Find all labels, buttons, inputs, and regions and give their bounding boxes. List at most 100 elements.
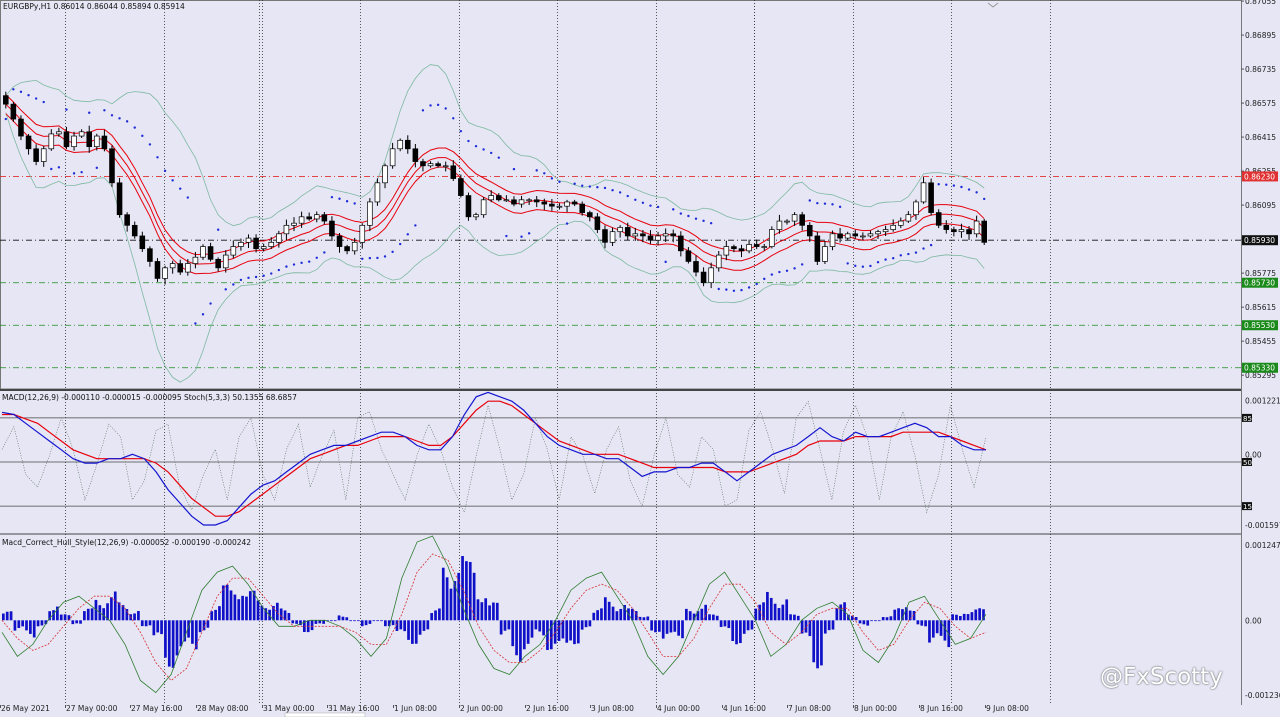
histogram-bar: [580, 620, 584, 630]
histogram-bar: [812, 620, 816, 663]
histogram-bar: [719, 620, 723, 627]
stoch-level-tag: 85: [1242, 413, 1252, 423]
bear-candle: [177, 263, 184, 273]
bull-candle: [351, 241, 358, 252]
psar-dot: [330, 195, 334, 199]
histogram-bar: [345, 617, 349, 621]
price-tick-label: 0.86095: [1245, 201, 1276, 210]
psar-dot: [550, 177, 554, 180]
histogram-bar: [191, 620, 194, 644]
bull-candle: [222, 254, 229, 269]
psar-dot: [891, 257, 895, 260]
psar-dot: [300, 261, 303, 265]
bull-candle: [829, 233, 836, 247]
bull-candle: [245, 237, 252, 243]
psar-dot: [823, 202, 827, 205]
histogram-bar: [233, 594, 237, 621]
histogram-bar: [596, 610, 599, 621]
psar-dot: [929, 243, 933, 247]
level-tag-label: 0.85730: [1244, 279, 1275, 288]
histogram-bar: [515, 620, 518, 656]
bear-candle: [3, 95, 9, 105]
psar-dot: [72, 172, 76, 175]
histogram-bar: [785, 599, 789, 621]
histogram-bar: [854, 617, 858, 621]
histogram-bar: [874, 620, 877, 622]
grid: [0, 0, 1242, 705]
bear-candle: [594, 216, 601, 230]
bull-candle: [169, 263, 176, 269]
bear-candle: [670, 233, 677, 237]
histogram-bar: [376, 620, 380, 622]
bull-candle: [367, 201, 373, 226]
bear-candle: [571, 201, 578, 205]
histogram-bar: [2, 613, 5, 621]
time-tick-label: 8 Jun 16:00: [920, 704, 963, 713]
hull-tick-label: 0.001247: [1245, 541, 1280, 550]
psar-dot: [603, 186, 607, 190]
histogram-bar: [569, 620, 572, 641]
bull-candle: [230, 246, 237, 256]
bear-candle: [533, 199, 540, 203]
psar-dot: [444, 107, 447, 110]
bollinger-lower: [5, 112, 985, 383]
histogram-bar: [877, 620, 881, 622]
bull-candle: [260, 246, 267, 250]
psar-dot: [854, 264, 857, 268]
bear-candle: [685, 250, 692, 262]
histogram-bar: [966, 614, 970, 621]
scroll-thumb: [284, 712, 366, 717]
histogram-bar: [700, 608, 704, 621]
histogram-bar: [488, 605, 491, 621]
histogram-bar: [931, 620, 935, 638]
bear-candle: [806, 224, 813, 237]
psar-dot: [50, 167, 53, 171]
histogram-bar: [831, 620, 835, 630]
price-tick-label: 0.86895: [1245, 31, 1276, 40]
histogram-bar: [522, 620, 526, 650]
bull-candle: [723, 246, 730, 256]
bear-candle: [928, 182, 934, 213]
histogram-bar: [248, 591, 252, 621]
histogram-bar: [314, 620, 318, 624]
histogram-bar: [881, 617, 885, 621]
histogram-bar: [349, 620, 352, 622]
bull-candle: [655, 235, 661, 241]
bollinger-upper: [5, 64, 985, 227]
psar-dot: [239, 278, 243, 282]
histogram-bar: [866, 620, 870, 626]
histogram-bar: [434, 610, 437, 621]
histogram-bar: [492, 602, 495, 621]
histogram-bar: [708, 614, 711, 621]
bear-candle: [579, 203, 586, 213]
bull-candle: [427, 163, 434, 167]
psar-dot: [626, 194, 629, 198]
bear-candle: [511, 199, 517, 205]
psar-dot: [414, 224, 417, 227]
psar-dot: [224, 288, 227, 291]
bear-candle: [837, 233, 843, 239]
histogram-bar: [885, 617, 889, 621]
bear-candle: [306, 216, 312, 220]
histogram-bar: [928, 620, 931, 643]
histogram-bar: [735, 620, 738, 645]
shift-marker-icon[interactable]: [987, 2, 999, 8]
trading-chart[interactable]: 0.87055 0.86895 0.86735 0.86575 0.86415 0.862…: [0, 0, 1280, 717]
bear-candle: [139, 235, 146, 250]
psar-dot: [838, 205, 842, 209]
level-tag: 0.86230: [1242, 171, 1278, 182]
psar-dot: [527, 232, 531, 235]
psar-dot: [141, 134, 144, 138]
psar-dot: [452, 117, 455, 120]
bear-candle: [253, 237, 259, 250]
time-tick-label: 2 Jun 00:00: [460, 704, 503, 713]
psar-dot: [983, 197, 986, 201]
histogram-bar: [330, 620, 333, 622]
histogram-bar: [83, 611, 86, 621]
histogram-bar: [503, 620, 507, 631]
histogram-bar: [669, 620, 673, 633]
histogram-bar: [685, 608, 688, 621]
time-tick-label: 4 Jun 16:00: [723, 704, 766, 713]
psar-dot: [793, 267, 796, 270]
bull-candle: [518, 199, 525, 205]
